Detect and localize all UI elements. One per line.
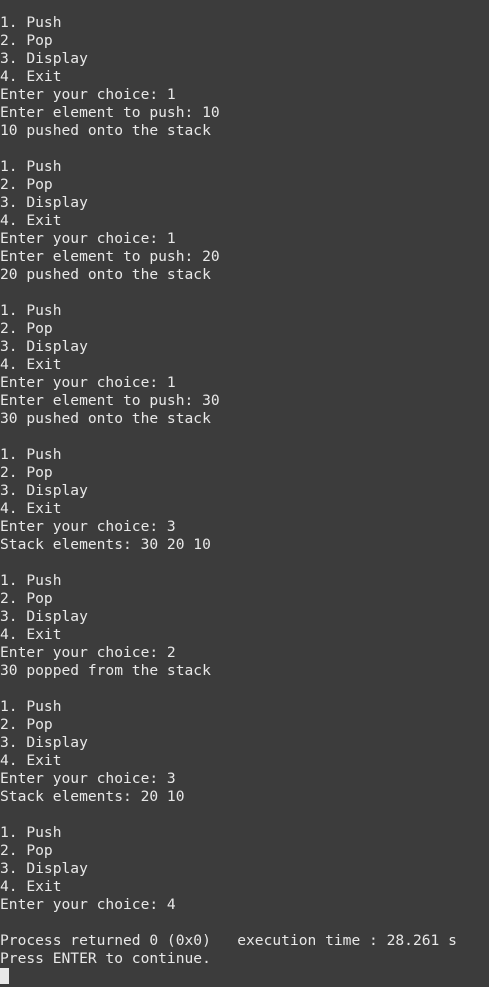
terminal-line: 1. Push [0, 824, 62, 841]
terminal-line: 3. Display [0, 194, 88, 211]
terminal-line: 30 pushed onto the stack [0, 410, 211, 427]
text-cursor [0, 968, 9, 984]
terminal-line: 30 popped from the stack [0, 662, 211, 679]
terminal-line: Enter your choice: 1 [0, 86, 176, 103]
terminal-line: Enter element to push: 20 [0, 248, 220, 265]
terminal-line: 4. Exit [0, 626, 62, 643]
terminal-line: 3. Display [0, 608, 88, 625]
terminal-line: Press ENTER to continue. [0, 950, 211, 967]
terminal-line: 1. Push [0, 446, 62, 463]
terminal-line: Enter your choice: 1 [0, 230, 176, 247]
terminal-line: Enter your choice: 2 [0, 644, 176, 661]
terminal-line: Stack elements: 30 20 10 [0, 536, 211, 553]
terminal-line: 1. Push [0, 302, 62, 319]
terminal-line: 2. Pop [0, 176, 53, 193]
terminal-line: 2. Pop [0, 716, 53, 733]
terminal-line: Enter your choice: 3 [0, 770, 176, 787]
terminal-line: Stack elements: 20 10 [0, 788, 185, 805]
terminal-line: 3. Display [0, 50, 88, 67]
terminal-line: 2. Pop [0, 320, 53, 337]
terminal-line: Enter element to push: 10 [0, 104, 220, 121]
terminal-line: 4. Exit [0, 356, 62, 373]
terminal-output: 1. Push 2. Pop 3. Display 4. Exit Enter your… [0, 14, 489, 968]
terminal-line: 2. Pop [0, 464, 53, 481]
terminal-line: Enter your choice: 4 [0, 896, 176, 913]
terminal-line: Process returned 0 (0x0) execution time … [0, 932, 457, 949]
terminal-line: 1. Push [0, 14, 62, 31]
terminal-line: 3. Display [0, 338, 88, 355]
terminal-line: 2. Pop [0, 590, 53, 607]
terminal-line: 2. Pop [0, 842, 53, 859]
terminal-line: 10 pushed onto the stack [0, 122, 211, 139]
terminal-line: Enter your choice: 1 [0, 374, 176, 391]
terminal-line: 1. Push [0, 158, 62, 175]
terminal-line: 3. Display [0, 734, 88, 751]
terminal-line: 4. Exit [0, 500, 62, 517]
terminal-line: Enter your choice: 3 [0, 518, 176, 535]
terminal-line: 1. Push [0, 572, 62, 589]
terminal-line: 1. Push [0, 698, 62, 715]
terminal-line: 2. Pop [0, 32, 53, 49]
terminal-line: 20 pushed onto the stack [0, 266, 211, 283]
terminal-line: 4. Exit [0, 68, 62, 85]
terminal-line: Enter element to push: 30 [0, 392, 220, 409]
terminal-line: 4. Exit [0, 752, 62, 769]
terminal-line: 3. Display [0, 482, 88, 499]
terminal-line: 4. Exit [0, 878, 62, 895]
terminal-line: 3. Display [0, 860, 88, 877]
terminal-line: 4. Exit [0, 212, 62, 229]
